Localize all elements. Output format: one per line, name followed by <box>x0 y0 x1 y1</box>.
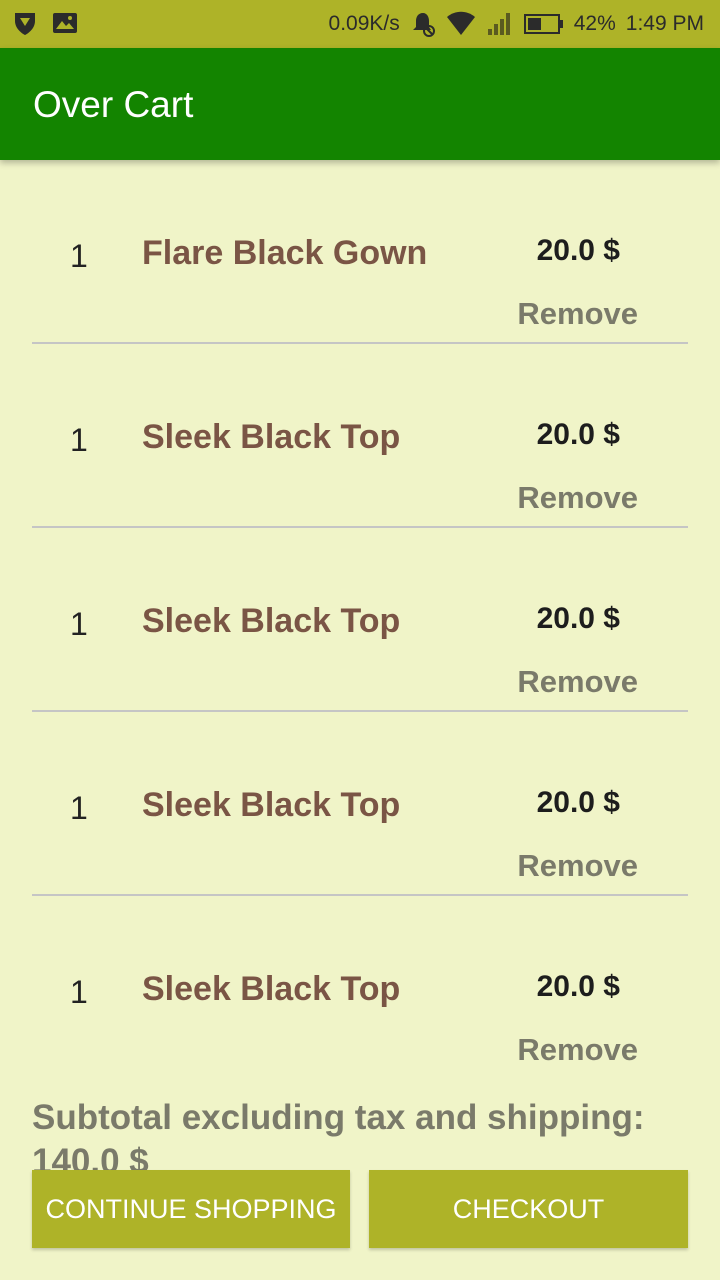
item-price: 20.0 $ <box>536 786 620 819</box>
cart-item: 1 Flare Black Gown 20.0 $ Remove <box>32 160 688 344</box>
remove-button[interactable]: Remove <box>517 1032 638 1068</box>
item-price: 20.0 $ <box>536 970 620 1003</box>
app-bar: Over Cart <box>0 48 720 160</box>
continue-shopping-button[interactable]: CONTINUE SHOPPING <box>32 1170 350 1248</box>
checkout-button[interactable]: CHECKOUT <box>369 1170 688 1248</box>
item-name[interactable]: Sleek Black Top <box>142 418 400 457</box>
battery-icon <box>523 13 564 35</box>
status-bar: 0.09K/s 42% 1:49 PM <box>0 0 720 48</box>
clock: 1:49 PM <box>625 12 704 35</box>
item-quantity: 1 <box>70 974 88 1010</box>
cart-list: 1 Flare Black Gown 20.0 $ Remove 1 Sleek… <box>32 160 688 1078</box>
status-right: 0.09K/s 42% 1:49 PM <box>329 0 704 48</box>
item-name[interactable]: Sleek Black Top <box>142 970 400 1009</box>
item-name[interactable]: Sleek Black Top <box>142 602 400 641</box>
cart-item: 1 Sleek Black Top 20.0 $ Remove <box>32 528 688 712</box>
image-icon <box>52 11 78 40</box>
subtotal-label: Subtotal excluding tax and shipping: <box>32 1098 645 1137</box>
item-quantity: 1 <box>70 606 88 642</box>
item-quantity: 1 <box>70 422 88 458</box>
signal-icon <box>486 11 514 37</box>
net-speed: 0.09K/s <box>328 12 400 35</box>
item-name[interactable]: Flare Black Gown <box>142 234 427 273</box>
remove-button[interactable]: Remove <box>517 848 638 884</box>
cart-item: 1 Sleek Black Top 20.0 $ Remove <box>32 344 688 528</box>
item-price: 20.0 $ <box>536 602 620 635</box>
item-quantity: 1 <box>70 238 88 274</box>
remove-button[interactable]: Remove <box>517 480 638 516</box>
status-left <box>12 10 78 41</box>
cart-item: 1 Sleek Black Top 20.0 $ Remove <box>32 712 688 896</box>
remove-button[interactable]: Remove <box>517 296 638 332</box>
page-title: Over Cart <box>33 84 194 125</box>
item-price: 20.0 $ <box>536 418 620 451</box>
item-quantity: 1 <box>70 790 88 826</box>
remove-button[interactable]: Remove <box>517 664 638 700</box>
item-name[interactable]: Sleek Black Top <box>142 786 400 825</box>
battery-percent: 42% <box>573 12 616 35</box>
shield-icon <box>12 10 38 41</box>
wifi-icon <box>446 11 476 37</box>
cart-item: 1 Sleek Black Top 20.0 $ Remove <box>32 896 688 1078</box>
item-price: 20.0 $ <box>536 234 620 267</box>
mute-bell-icon <box>410 10 436 38</box>
